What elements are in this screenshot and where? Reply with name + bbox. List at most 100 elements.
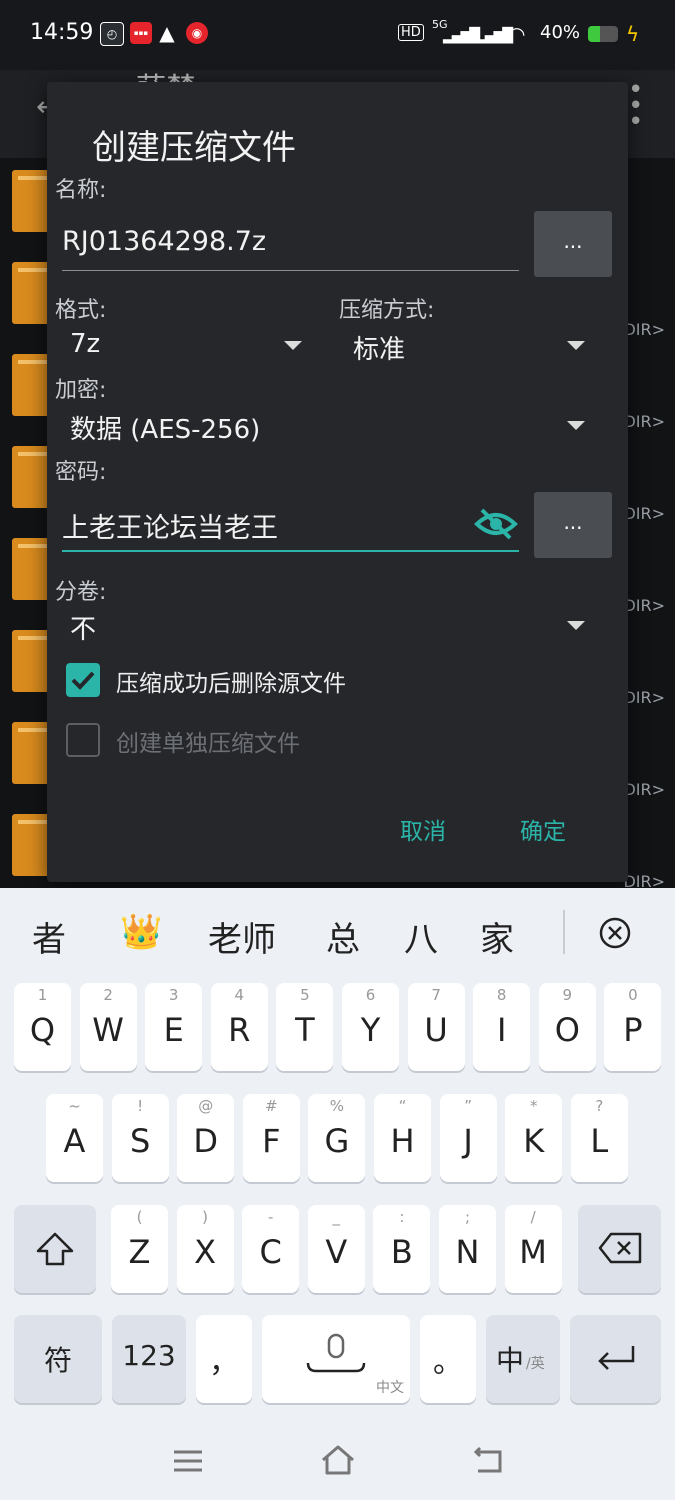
format-dropdown[interactable]: 7z — [62, 327, 312, 367]
key-v[interactable]: _ V — [307, 1205, 365, 1293]
key-label: R — [228, 1011, 251, 1049]
language-key-main: 中 — [496, 1344, 525, 1377]
key-hint: “ — [398, 1097, 407, 1115]
browse-name-button[interactable]: ... — [534, 211, 612, 277]
key-hint: 8 — [496, 986, 507, 1004]
status-bar: 14:59 ◴ ▪▪▪ ▲ ◉ HD 5G ▂▄▆█ ▂▄▆█ ◠ 40% ϟ — [0, 0, 675, 70]
password-input-value: 上老王论坛当老王 — [62, 513, 278, 544]
separate-archive-checkbox[interactable]: 创建单独压缩文件 — [66, 720, 586, 760]
key-hint: @ — [198, 1097, 214, 1115]
key-j[interactable]: ” J — [439, 1094, 497, 1182]
key-label: W — [92, 1011, 124, 1049]
space-key[interactable]: 中文 — [262, 1315, 410, 1403]
key-w[interactable]: 2W — [79, 983, 137, 1071]
folder-icon — [12, 262, 52, 324]
password-options-button[interactable]: ... — [534, 492, 612, 558]
language-switch-key[interactable]: 中 /英 — [486, 1315, 560, 1403]
close-candidates-icon[interactable] — [598, 916, 632, 950]
key-b[interactable]: :B — [373, 1205, 431, 1293]
password-input[interactable]: 上老王论坛当老王 — [62, 502, 519, 552]
key-label: L — [590, 1122, 609, 1160]
method-dropdown[interactable]: 标准 — [345, 327, 595, 367]
chevron-down-icon — [567, 421, 585, 430]
key-e[interactable]: 3E — [145, 983, 203, 1071]
key-k[interactable]: * K — [505, 1094, 563, 1182]
key-label: S — [129, 1122, 151, 1160]
encrypt-dropdown[interactable]: 数据 (AES-256) — [62, 407, 595, 447]
key-t[interactable]: 5T — [276, 983, 334, 1071]
symbol-key[interactable]: 符 — [14, 1315, 102, 1403]
key-label: Y — [360, 1011, 381, 1049]
cancel-button[interactable]: 取消 — [400, 812, 446, 846]
key-l[interactable]: ? L — [570, 1094, 628, 1182]
navigation-bar — [0, 1420, 675, 1500]
key-n[interactable]: ; N — [439, 1205, 496, 1293]
comma-key[interactable]: ， — [196, 1315, 252, 1403]
candidate-word[interactable]: 家 — [480, 912, 514, 961]
key-label: B — [390, 1233, 413, 1271]
candidate-word[interactable]: 八 — [404, 912, 438, 961]
checkbox-checked-icon — [66, 663, 100, 697]
password-label: 密码: — [55, 460, 107, 485]
key-o[interactable]: 9O — [538, 983, 596, 1071]
key-q[interactable]: 1Q — [14, 983, 71, 1071]
key-s[interactable]: ! S — [111, 1094, 169, 1182]
key-hint: * — [529, 1097, 538, 1115]
key-h[interactable]: “H — [374, 1094, 431, 1182]
key-x[interactable]: ) X — [176, 1205, 234, 1293]
shift-key[interactable] — [14, 1205, 96, 1293]
key-f[interactable]: # F — [242, 1094, 300, 1182]
candidate-word[interactable]: 老师 — [208, 912, 276, 961]
key-m[interactable]: / M — [504, 1205, 562, 1293]
key-z[interactable]: (Z — [111, 1205, 168, 1293]
home-icon[interactable] — [320, 1444, 356, 1476]
dir-label: DIR> — [623, 780, 665, 799]
key-hint: 9 — [562, 986, 573, 1004]
ok-button[interactable]: 确定 — [520, 812, 566, 846]
symbol-key-label: 符 — [43, 1344, 72, 1377]
enter-key[interactable] — [570, 1315, 661, 1403]
menu-icon[interactable] — [172, 1448, 204, 1474]
back-nav-icon[interactable] — [472, 1446, 504, 1474]
number-key[interactable]: 123 — [112, 1315, 186, 1403]
key-r[interactable]: 4R — [210, 983, 268, 1071]
key-label: Z — [128, 1233, 151, 1271]
period-key-label: 。 — [433, 1345, 463, 1380]
delete-source-checkbox[interactable]: 压缩成功后删除源文件 — [66, 660, 586, 700]
more-icon[interactable]: • • • — [628, 77, 643, 135]
status-time: 14:59 — [30, 20, 94, 45]
key-hint: 6 — [365, 986, 376, 1004]
name-input[interactable]: RJ01364298.7z — [62, 222, 519, 271]
key-c[interactable]: -C — [242, 1205, 300, 1293]
encrypt-value: 数据 (AES-256) — [70, 415, 261, 445]
folder-icon — [12, 538, 52, 600]
key-d[interactable]: @ D — [177, 1094, 235, 1182]
key-hint: - — [267, 1208, 274, 1226]
name-input-value: RJ01364298.7z — [62, 226, 267, 257]
app-notification-icon: ▪▪▪ — [130, 22, 152, 44]
candidate-word[interactable]: 总 — [326, 912, 360, 961]
space-key-sublabel: 中文 — [376, 1380, 404, 1396]
key-g[interactable]: % G — [308, 1094, 366, 1182]
key-y[interactable]: 6Y — [342, 983, 399, 1071]
key-u[interactable]: 7U — [407, 983, 465, 1071]
candidate-word[interactable]: 者 — [32, 912, 66, 961]
signal-icon: ▂▄▆█ — [443, 28, 480, 44]
keyboard — [0, 888, 675, 1500]
comma-key-label: ， — [209, 1345, 239, 1380]
key-hint: / — [530, 1208, 536, 1226]
key-a[interactable]: ~ A — [46, 1094, 103, 1182]
backspace-key[interactable] — [578, 1205, 661, 1293]
key-hint: # — [265, 1097, 278, 1115]
folder-icon — [12, 354, 52, 416]
method-value: 标准 — [353, 335, 406, 365]
dir-label: DIR> — [623, 688, 665, 707]
candidate-word[interactable]: 👑 — [120, 912, 162, 952]
visibility-off-icon[interactable] — [474, 506, 518, 542]
split-dropdown[interactable]: 不 — [62, 607, 595, 647]
key-i[interactable]: 8I — [473, 983, 531, 1071]
key-p[interactable]: 0P — [604, 983, 662, 1071]
key-hint: 7 — [431, 986, 441, 1004]
key-label: Q — [29, 1011, 56, 1049]
period-key[interactable]: 。 — [420, 1315, 476, 1403]
